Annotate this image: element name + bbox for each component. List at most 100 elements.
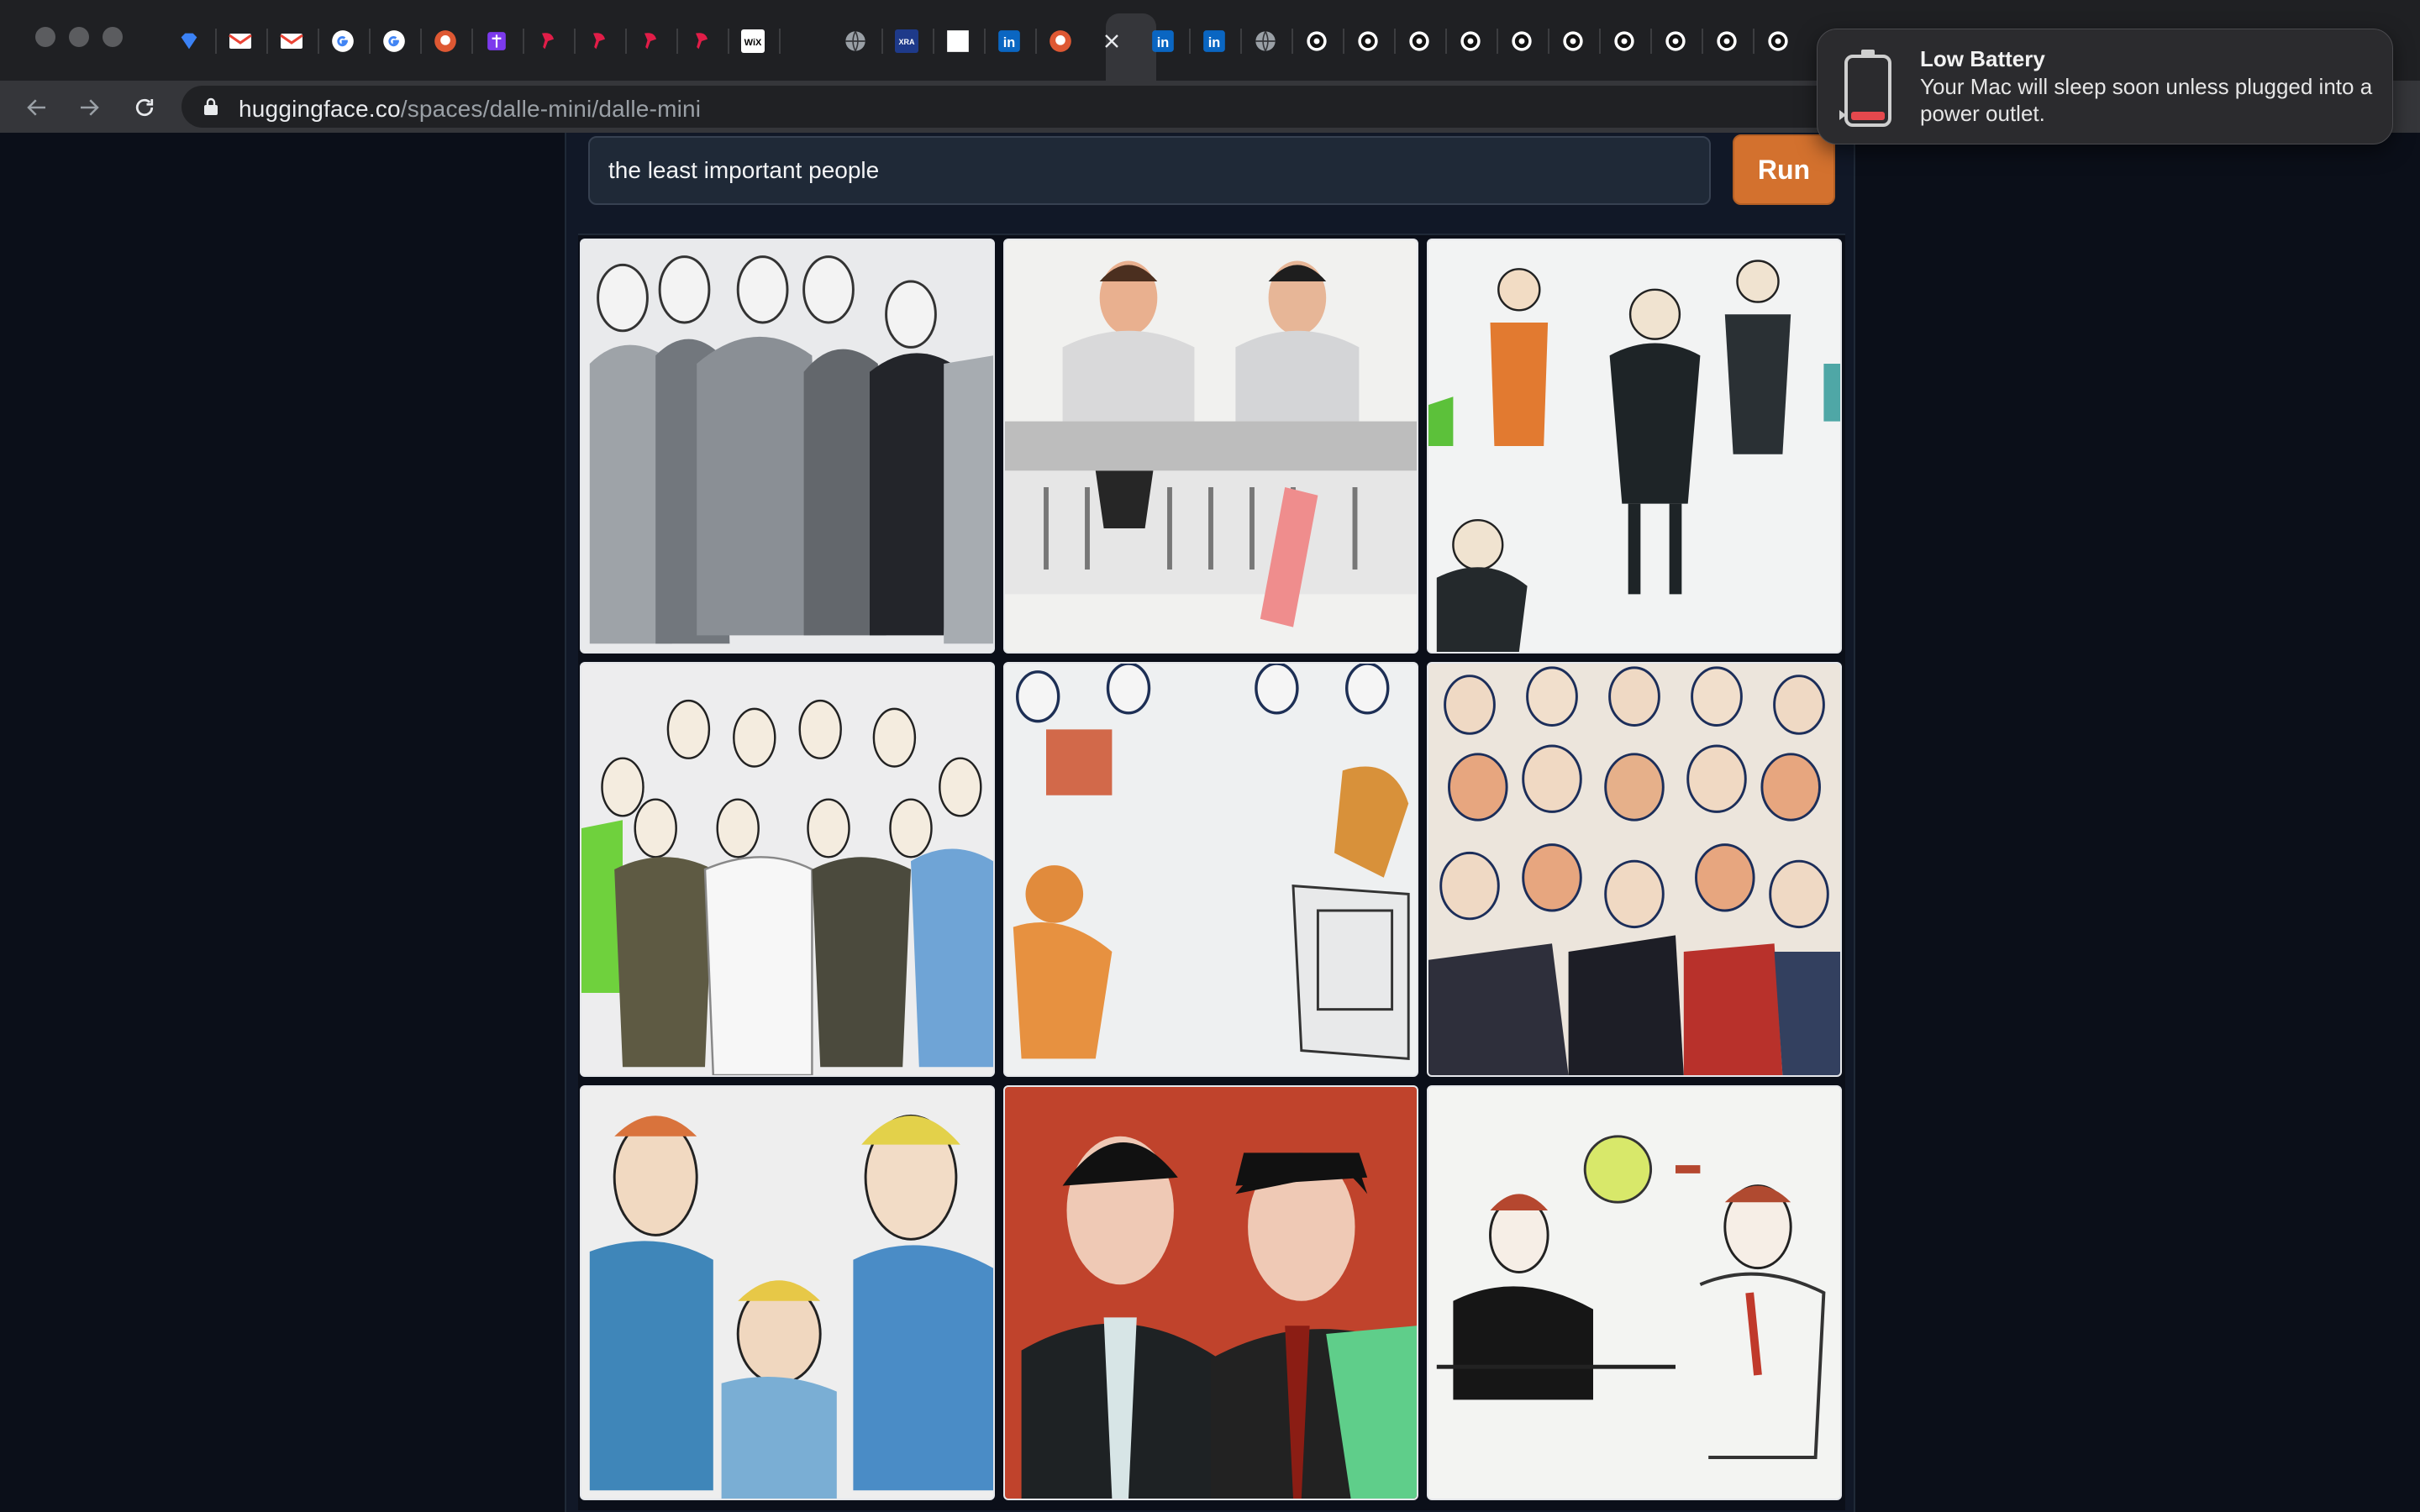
gear-icon (1665, 31, 1686, 51)
tab-separator (1650, 29, 1652, 54)
tab-red-pin-icon[interactable] (587, 29, 612, 54)
tab-separator (1292, 29, 1293, 54)
tab-duckduckgo-icon[interactable] (433, 29, 458, 54)
window-minimize-button[interactable] (69, 27, 89, 47)
notification-title: Low Battery (1920, 46, 2045, 71)
tab-separator (1599, 29, 1601, 54)
tab-close-icon[interactable] (1099, 29, 1124, 54)
run-button[interactable]: Run (1733, 134, 1835, 205)
tab-gear-icon[interactable] (1458, 29, 1483, 54)
window-close-button[interactable] (35, 27, 55, 47)
generated-image-5[interactable] (1003, 662, 1418, 1077)
tab-separator (1240, 29, 1242, 54)
dalle-mini-app: the least important people Run (565, 133, 1855, 1512)
tab-globe-icon[interactable] (843, 29, 868, 54)
close-icon (1105, 34, 1118, 48)
gmail-icon (229, 34, 252, 49)
generated-image-9[interactable] (1427, 1085, 1842, 1500)
tab-separator (779, 29, 781, 54)
url-path: /spaces/dalle-mini/dalle-mini (400, 96, 702, 122)
generated-image-8[interactable] (1003, 1085, 1418, 1500)
address-bar[interactable]: huggingface.co/spaces/dalle-mini/dalle-m… (182, 86, 1862, 128)
tab-gear-icon[interactable] (1407, 29, 1432, 54)
lock-icon (204, 97, 218, 115)
tab-gear-icon[interactable] (1304, 29, 1329, 54)
tab-gear-icon[interactable] (1765, 29, 1791, 54)
tab-gear-icon[interactable] (1663, 29, 1688, 54)
tab-gmail-icon[interactable] (228, 29, 253, 54)
linkedin-icon: in (1203, 30, 1225, 52)
notification-body: Your Mac will sleep soon unless plugged … (1920, 74, 2373, 126)
tab-globe-icon[interactable] (1253, 29, 1278, 54)
gear-icon (1717, 31, 1737, 51)
generated-image-6[interactable] (1427, 662, 1842, 1077)
tab-gmail-icon[interactable] (279, 29, 304, 54)
globe-icon (845, 30, 865, 52)
tab-wix-icon[interactable]: WiX (740, 29, 765, 54)
svg-text:in: in (1157, 35, 1170, 50)
tab-red-pin-icon[interactable] (535, 29, 560, 54)
tab-separator (1445, 29, 1447, 54)
generated-image-7[interactable] (580, 1085, 995, 1500)
url-host: huggingface.co (239, 96, 401, 122)
tab-duckduckgo-icon[interactable] (1048, 29, 1073, 54)
tab-gear-icon[interactable] (1612, 29, 1637, 54)
tab-purple-app-icon[interactable] (484, 29, 509, 54)
gem-icon (181, 33, 197, 50)
tab-gear-icon[interactable] (1560, 29, 1586, 54)
generated-image-4[interactable] (580, 662, 995, 1077)
tab-gear-icon[interactable] (1509, 29, 1534, 54)
tab-gear-icon[interactable] (1355, 29, 1381, 54)
tab-google-icon[interactable] (330, 29, 355, 54)
gear-icon (1614, 31, 1634, 51)
generated-image-3[interactable] (1427, 239, 1842, 654)
tab-separator (625, 29, 627, 54)
tab-separator (1548, 29, 1549, 54)
image-gallery (578, 234, 1845, 1510)
generated-image-1[interactable] (580, 239, 995, 654)
tab-separator (1702, 29, 1703, 54)
tab-separator (215, 29, 217, 54)
expand-arrow-icon[interactable] (1839, 110, 1846, 120)
tab-separator (1753, 29, 1754, 54)
tab-xra-icon[interactable]: XRA (894, 29, 919, 54)
forward-arrow-icon (81, 99, 99, 116)
battery-low-icon (1844, 50, 1891, 127)
tab-blank-page-icon[interactable] (945, 29, 971, 54)
blank-page-icon (947, 30, 969, 52)
back-button[interactable] (18, 89, 55, 126)
window-zoom-button[interactable] (103, 27, 123, 47)
reload-icon (135, 98, 154, 117)
tab-linkedin-icon[interactable]: in (997, 29, 1022, 54)
reload-button[interactable] (126, 89, 163, 126)
tab-separator (881, 29, 883, 54)
tab-separator (1189, 29, 1191, 54)
tab-red-pin-icon[interactable] (638, 29, 663, 54)
tab-gear-icon[interactable] (1714, 29, 1739, 54)
generated-image-2[interactable] (1003, 239, 1418, 654)
xra-icon: XRA (895, 29, 918, 53)
gear-icon (1563, 31, 1583, 51)
wix-icon: WiX (741, 29, 765, 53)
google-icon (332, 30, 354, 52)
red-pin-icon (644, 33, 656, 50)
tab-linkedin-icon[interactable]: in (1202, 29, 1227, 54)
low-battery-notification[interactable]: Low Battery Your Mac will sleep soon unl… (1817, 29, 2393, 144)
tab-red-pin-icon[interactable] (689, 29, 714, 54)
tab-gem-icon[interactable] (176, 29, 202, 54)
globe-icon (1255, 30, 1276, 52)
web-page: the least important people Run (0, 133, 2420, 1512)
tab-linkedin-icon[interactable]: in (1150, 29, 1176, 54)
tab-separator (984, 29, 986, 54)
red-pin-icon (696, 33, 708, 50)
tab-separator (266, 29, 268, 54)
tab-google-icon[interactable] (381, 29, 407, 54)
prompt-input[interactable]: the least important people (588, 136, 1711, 205)
forward-button[interactable] (71, 89, 108, 126)
tab-separator (728, 29, 729, 54)
svg-text:XRA: XRA (898, 38, 915, 46)
gear-icon (1768, 31, 1788, 51)
purple-app-icon (487, 32, 506, 50)
tab-separator (1343, 29, 1344, 54)
tab-separator (933, 29, 934, 54)
